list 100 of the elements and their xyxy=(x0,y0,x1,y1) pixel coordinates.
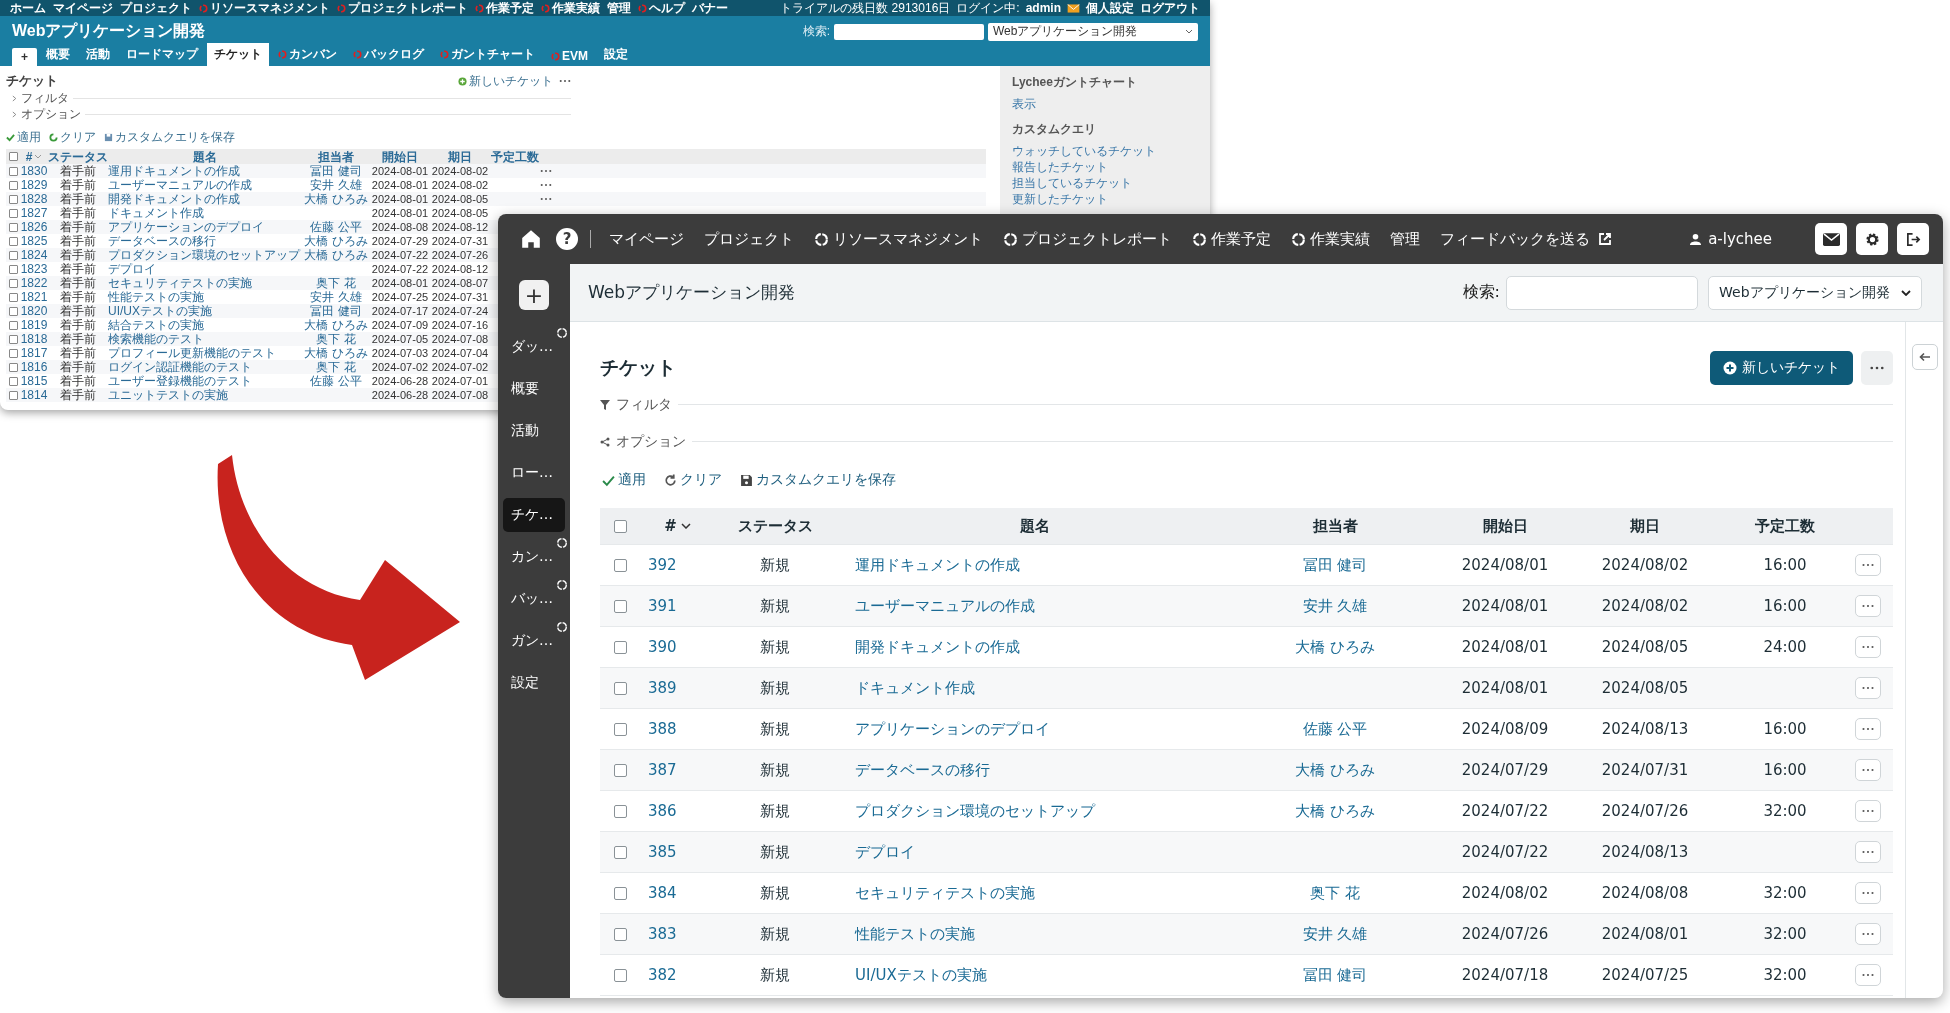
column-header[interactable]: # xyxy=(640,517,715,535)
action-link[interactable]: クリア xyxy=(49,128,96,146)
ticket-id-link[interactable]: 391 xyxy=(640,597,715,615)
subject-link[interactable]: UI/UXテストの実施 xyxy=(108,304,302,318)
tab[interactable]: 活動 xyxy=(79,43,117,66)
row-checkbox[interactable] xyxy=(8,348,18,358)
row-checkbox[interactable] xyxy=(8,376,18,386)
search-field[interactable] xyxy=(1506,275,1698,310)
column-header[interactable]: 開始日 xyxy=(370,149,430,164)
column-header[interactable]: 予定工数 xyxy=(1715,516,1855,536)
row-checkbox[interactable] xyxy=(8,306,18,316)
menu-link[interactable]: リソースマネジメント xyxy=(199,0,330,17)
ticket-id-link[interactable]: 1820 xyxy=(20,304,48,318)
ticket-id-link[interactable]: 1819 xyxy=(20,318,48,332)
ticket-id-link[interactable]: 385 xyxy=(640,843,715,861)
nav-link[interactable]: プロジェクト xyxy=(704,229,794,249)
sidebar-item[interactable]: 設定 xyxy=(503,666,565,700)
ticket-id-link[interactable]: 1814 xyxy=(20,388,48,402)
ticket-id-link[interactable]: 388 xyxy=(640,720,715,738)
home-icon[interactable] xyxy=(520,228,542,250)
ticket-id-link[interactable]: 383 xyxy=(640,925,715,943)
assignee-link[interactable]: 安井 久雄 xyxy=(1235,924,1435,944)
tab[interactable]: EVM xyxy=(544,46,596,66)
subject-link[interactable]: ユニットテストの実施 xyxy=(108,388,302,402)
sidebar-item[interactable]: バッ… xyxy=(503,582,565,616)
subject-link[interactable]: 検索機能のテスト xyxy=(108,332,302,346)
subject-link[interactable]: デプロイ xyxy=(835,842,1235,862)
tab[interactable]: ガントチャート xyxy=(433,43,542,66)
assignee-link[interactable]: 大橋 ひろみ xyxy=(1235,760,1435,780)
sidebar-item[interactable]: 概要 xyxy=(503,372,565,406)
tab[interactable]: カンバン xyxy=(271,43,344,66)
section-toggle[interactable]: オプション xyxy=(21,105,81,123)
subject-link[interactable]: UI/UXテストの実施 xyxy=(835,965,1235,985)
more-icon[interactable] xyxy=(540,169,552,173)
column-header[interactable]: 担当者 xyxy=(302,149,370,164)
subject-link[interactable]: 運用ドキュメントの作成 xyxy=(835,555,1235,575)
ticket-id-link[interactable]: 1815 xyxy=(20,374,48,388)
column-header[interactable]: 開始日 xyxy=(1435,516,1575,536)
assignee-link[interactable]: 大橋 ひろみ xyxy=(302,346,370,360)
assignee-link[interactable]: 大橋 ひろみ xyxy=(1235,637,1435,657)
row-checkbox[interactable] xyxy=(8,166,18,176)
sidebar-item[interactable]: ロー… xyxy=(503,456,565,490)
menu-link[interactable]: 管理 xyxy=(607,0,631,17)
row-checkbox[interactable] xyxy=(613,886,627,900)
collapse-button[interactable] xyxy=(1911,344,1938,370)
account-link[interactable]: ログアウト xyxy=(1140,0,1200,17)
query-link[interactable]: 担当しているチケット xyxy=(1012,176,1198,191)
section-toggle[interactable]: フィルタ xyxy=(21,89,69,107)
ticket-id-link[interactable]: 1818 xyxy=(20,332,48,346)
row-checkbox[interactable] xyxy=(8,278,18,288)
column-header[interactable]: ステータス xyxy=(715,516,835,536)
menu-link[interactable]: バナー xyxy=(692,0,728,17)
subject-link[interactable]: ドキュメント作成 xyxy=(835,678,1235,698)
assignee-link[interactable]: 奥下 花 xyxy=(302,332,370,346)
ticket-id-link[interactable]: 1826 xyxy=(20,220,48,234)
ticket-id-link[interactable]: 1829 xyxy=(20,178,48,192)
subject-link[interactable]: データベースの移行 xyxy=(108,234,302,248)
assignee-link[interactable]: 奥下 花 xyxy=(1235,883,1435,903)
subject-link[interactable]: 運用ドキュメントの作成 xyxy=(108,164,302,178)
nav-link[interactable]: 作業予定 xyxy=(1192,229,1271,249)
sidebar-item[interactable]: ガン… xyxy=(503,624,565,658)
subject-link[interactable]: セキュリティテストの実施 xyxy=(108,276,302,290)
ticket-id-link[interactable]: 1827 xyxy=(20,206,48,220)
subject-link[interactable]: セキュリティテストの実施 xyxy=(835,883,1235,903)
row-checkbox[interactable] xyxy=(8,180,18,190)
ticket-id-link[interactable]: 386 xyxy=(640,802,715,820)
menu-link[interactable]: 作業実績 xyxy=(541,0,600,17)
assignee-link[interactable]: 大橋 ひろみ xyxy=(302,192,370,206)
column-header[interactable]: 題名 xyxy=(108,149,302,164)
row-checkbox[interactable] xyxy=(613,804,627,818)
row-checkbox[interactable] xyxy=(613,599,627,613)
ticket-id-link[interactable]: 384 xyxy=(640,884,715,902)
column-header[interactable]: # xyxy=(20,149,48,164)
row-checkbox[interactable] xyxy=(8,194,18,204)
assignee-link[interactable]: 安井 久雄 xyxy=(302,290,370,304)
action-link[interactable]: 適用 xyxy=(602,471,646,489)
ticket-id-link[interactable]: 387 xyxy=(640,761,715,779)
assignee-link[interactable]: 冨田 健司 xyxy=(1235,965,1435,985)
assignee-link[interactable]: 大橋 ひろみ xyxy=(1235,801,1435,821)
assignee-link[interactable]: 冨田 健司 xyxy=(302,164,370,178)
row-checkbox[interactable] xyxy=(8,334,18,344)
tab[interactable]: 概要 xyxy=(39,43,77,66)
subject-link[interactable]: プロダクション環境のセットアップ xyxy=(108,248,302,262)
ticket-id-link[interactable]: 382 xyxy=(640,966,715,984)
section-toggle[interactable]: フィルタ xyxy=(616,395,672,414)
mail-button[interactable] xyxy=(1815,223,1847,255)
row-checkbox[interactable] xyxy=(8,236,18,246)
project-select[interactable]: Webアプリケーション開発 xyxy=(1708,275,1922,310)
settings-button[interactable] xyxy=(1856,223,1888,255)
menu-link[interactable]: ホーム xyxy=(10,0,46,17)
assignee-link[interactable]: 大橋 ひろみ xyxy=(302,318,370,332)
tab[interactable]: + xyxy=(12,48,37,66)
row-checkbox[interactable] xyxy=(613,558,627,572)
tab[interactable]: チケット xyxy=(207,43,269,66)
row-checkbox[interactable] xyxy=(8,222,18,232)
subject-link[interactable]: 開発ドキュメントの作成 xyxy=(108,192,302,206)
row-checkbox[interactable] xyxy=(8,250,18,260)
help-button[interactable]: ? xyxy=(556,228,578,250)
tab[interactable]: バックログ xyxy=(346,43,431,66)
subject-link[interactable]: プロダクション環境のセットアップ xyxy=(835,801,1235,821)
